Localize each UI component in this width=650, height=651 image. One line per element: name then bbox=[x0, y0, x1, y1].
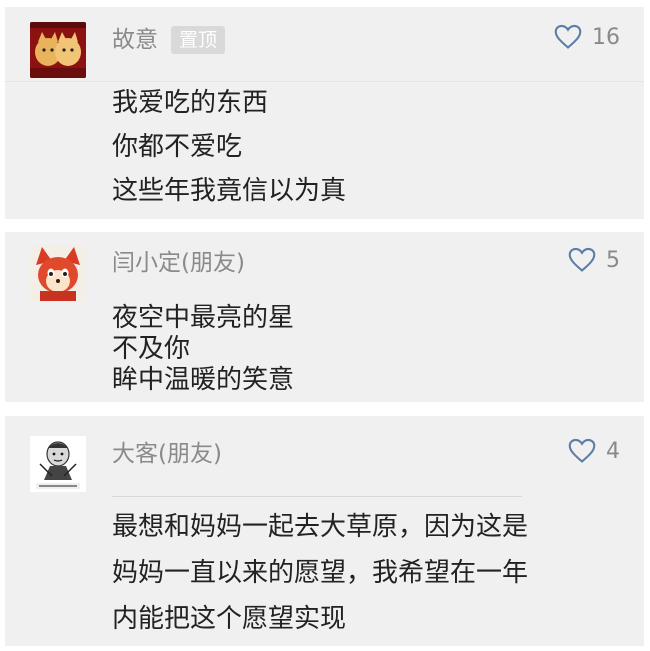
comment-text: 夜空中最亮的星 不及你 眸中温暖的笑意 bbox=[112, 303, 294, 396]
comment-line: 你都不爱吃 bbox=[112, 132, 243, 162]
comment-line: 眸中温暖的笑意 bbox=[112, 365, 295, 395]
meme-face-icon bbox=[30, 436, 86, 492]
comment-line: 最想和妈妈一起去大草原，因为这是 bbox=[112, 512, 529, 542]
heart-icon bbox=[554, 24, 582, 49]
avatar[interactable] bbox=[30, 245, 86, 301]
avatar[interactable] bbox=[30, 22, 86, 78]
comment-text: 我爱吃的东西 你都不爱吃 这些年我竟信以为真 bbox=[112, 81, 346, 213]
comment-username[interactable]: 大客(朋友) bbox=[112, 440, 222, 468]
pinned-badge: 置顶 bbox=[171, 26, 226, 54]
red-fox-cartoon-icon bbox=[30, 245, 86, 301]
like-count: 4 bbox=[606, 438, 620, 464]
like-count: 5 bbox=[606, 247, 620, 273]
comment-line: 我爱吃的东西 bbox=[112, 88, 269, 118]
comment-line: 夜空中最亮的星 bbox=[112, 303, 295, 333]
comment-card: 故意 置顶 16 我爱吃的东西 你都不爱吃 这些年我竟信以为真 bbox=[5, 7, 644, 219]
comment-card: 大客(朋友) 4 最想和妈妈一起去大草原，因为这是 妈妈一直以来的愿望，我希望在… bbox=[5, 416, 644, 646]
comment-line: 不及你 bbox=[112, 334, 191, 364]
divider bbox=[112, 496, 522, 497]
comment-username[interactable]: 闫小定(朋友) bbox=[112, 249, 245, 277]
comment-line: 妈妈一直以来的愿望，我希望在一年 bbox=[112, 558, 529, 588]
like-count: 16 bbox=[592, 24, 620, 50]
like-button[interactable]: 5 bbox=[568, 247, 620, 273]
avatar[interactable] bbox=[30, 436, 86, 492]
comment-username[interactable]: 故意 bbox=[112, 26, 158, 54]
cats-photo-icon bbox=[30, 22, 86, 78]
comment-text: 最想和妈妈一起去大草原，因为这是 妈妈一直以来的愿望，我希望在一年 内能把这个愿… bbox=[112, 504, 528, 642]
heart-icon bbox=[568, 438, 596, 463]
comment-line: 这些年我竟信以为真 bbox=[112, 176, 347, 206]
heart-icon bbox=[568, 247, 596, 272]
comment-card: 闫小定(朋友) 5 夜空中最亮的星 不及你 眸中温暖的笑意 bbox=[5, 232, 644, 402]
like-button[interactable]: 4 bbox=[568, 438, 620, 464]
comment-line: 内能把这个愿望实现 bbox=[112, 604, 347, 634]
like-button[interactable]: 16 bbox=[554, 24, 620, 50]
